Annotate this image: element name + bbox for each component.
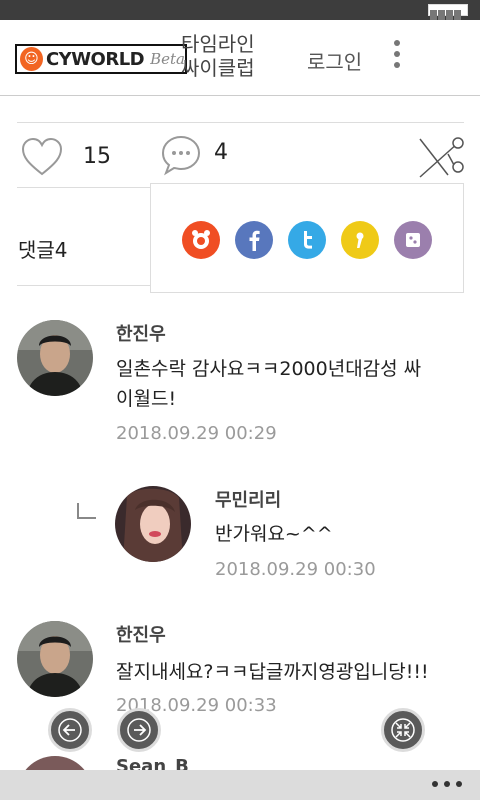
- cyworld-icon[interactable]: [182, 221, 220, 259]
- reply-indicator-icon: [77, 503, 96, 519]
- heart-icon[interactable]: [20, 137, 64, 177]
- facebook-icon[interactable]: [235, 221, 273, 259]
- like-count: 15: [83, 144, 111, 169]
- battery-icon: [428, 4, 468, 20]
- forward-button[interactable]: [117, 708, 161, 752]
- truncated-text: [18, 96, 138, 104]
- comment-author: 한진우: [116, 324, 166, 345]
- comments-count-header: 댓글4: [18, 238, 68, 262]
- comment-count: 4: [214, 140, 228, 165]
- collapse-icon: [391, 718, 415, 742]
- bottom-bar: [0, 770, 480, 800]
- arrow-left-icon: [58, 718, 82, 742]
- nav-cyclub-label: 싸이클럽: [181, 56, 255, 80]
- avatar[interactable]: [115, 486, 191, 562]
- exit-fullscreen-button[interactable]: [381, 708, 425, 752]
- avatar[interactable]: [17, 621, 93, 697]
- avatar[interactable]: [17, 320, 93, 396]
- login-link[interactable]: 로그인: [307, 46, 362, 75]
- post-content: 15 4 댓글4 한진우 일촌수락 감사요ㅋㅋ2000년대감성 싸 이월드! 2…: [0, 96, 480, 770]
- band-icon[interactable]: [394, 221, 432, 259]
- comment-time: 2018.09.29 00:30: [215, 559, 376, 580]
- cyworld-logo-icon: ☺: [20, 47, 43, 71]
- logo-beta: Beta: [150, 50, 185, 68]
- nav-timeline-cyclub[interactable]: 타임라인 싸이클럽: [181, 32, 281, 80]
- divider: [17, 122, 464, 123]
- comment-text: 일촌수락 감사요ㅋㅋ2000년대감성 싸 이월드!: [116, 358, 422, 410]
- arrow-right-icon: [127, 718, 151, 742]
- comment-icon[interactable]: [160, 134, 202, 176]
- kakaostory-icon[interactable]: [341, 221, 379, 259]
- comment-text: 반가워요~^^: [215, 523, 333, 545]
- share-icon[interactable]: [418, 137, 466, 179]
- nav-timeline-label: 타임라인: [181, 32, 255, 56]
- avatar[interactable]: [17, 756, 93, 770]
- twitter-icon[interactable]: [288, 221, 326, 259]
- app-header: ☺ CYWORLD Beta 타임라인 싸이클럽 로그인: [0, 20, 480, 96]
- status-bar: [0, 0, 480, 20]
- share-popup: [150, 183, 464, 293]
- more-menu-icon[interactable]: [389, 40, 405, 76]
- more-options-icon[interactable]: [432, 781, 462, 789]
- logo-text: CYWORLD: [45, 48, 145, 70]
- back-button[interactable]: [48, 708, 92, 752]
- comment-author: 한진우: [116, 625, 166, 646]
- comment-author: Sean_B: [116, 756, 189, 770]
- comment-text: 잘지내세요?ㅋㅋ답글까지영광입니당!!!: [116, 661, 429, 683]
- cyworld-logo[interactable]: ☺ CYWORLD Beta: [15, 44, 187, 74]
- comment-time: 2018.09.29 00:29: [116, 423, 277, 444]
- comment-author: 무민리리: [215, 490, 282, 511]
